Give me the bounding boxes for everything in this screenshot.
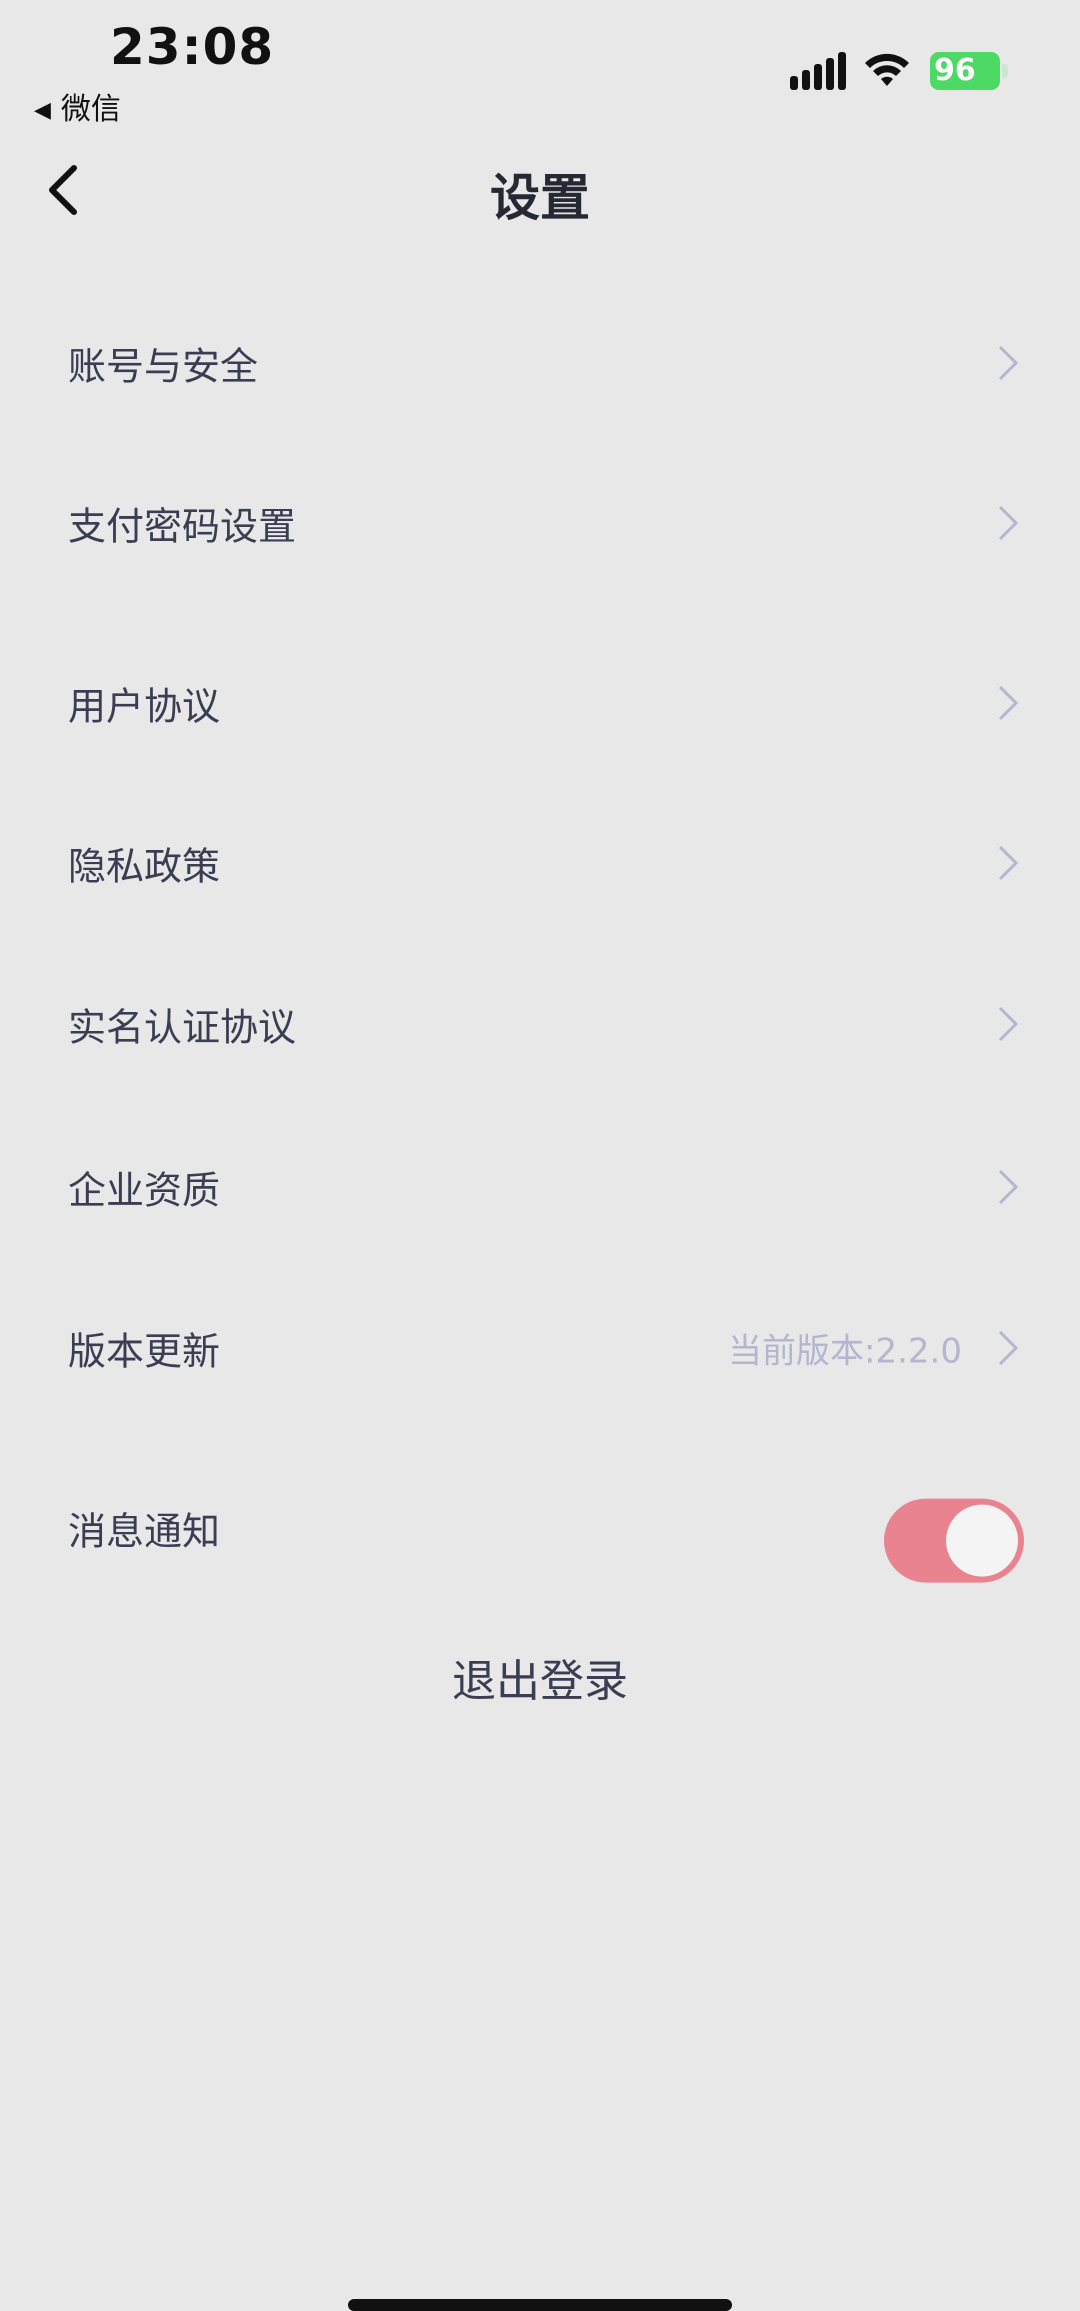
signal-icon bbox=[790, 52, 846, 90]
row-label: 支付密码设置 bbox=[68, 504, 297, 549]
chevron-right-icon bbox=[998, 505, 1019, 541]
row-label: 消息通知 bbox=[68, 1509, 221, 1554]
back-to-app-link[interactable]: ◀ 微信 bbox=[34, 84, 121, 128]
chevron-right-icon bbox=[998, 1330, 1019, 1366]
row-user-agreement[interactable]: 用户协议 bbox=[0, 648, 1080, 758]
battery-icon: 96 bbox=[930, 52, 1000, 90]
status-time: 23:08 bbox=[110, 18, 275, 76]
chevron-right-icon bbox=[998, 845, 1019, 881]
back-app-label: 微信 bbox=[60, 92, 121, 127]
wifi-icon bbox=[865, 53, 909, 86]
chevron-right-icon bbox=[998, 345, 1019, 381]
row-account-security[interactable]: 账号与安全 bbox=[0, 308, 1080, 418]
page-title: 设置 bbox=[490, 169, 590, 227]
back-triangle-icon: ◀ bbox=[34, 98, 51, 123]
notifications-toggle[interactable] bbox=[884, 1498, 1024, 1583]
home-indicator[interactable] bbox=[348, 2299, 732, 2311]
chevron-right-icon bbox=[998, 685, 1019, 721]
version-value: 当前版本:2.2.0 bbox=[728, 1331, 962, 1372]
chevron-left-icon[interactable] bbox=[40, 160, 90, 220]
row-payment-password[interactable]: 支付密码设置 bbox=[0, 468, 1080, 578]
battery-cap bbox=[1002, 64, 1008, 78]
row-label: 企业资质 bbox=[68, 1168, 221, 1213]
row-label: 实名认证协议 bbox=[68, 1005, 297, 1050]
row-label: 账号与安全 bbox=[68, 344, 259, 389]
row-label: 用户协议 bbox=[68, 684, 221, 729]
row-privacy-policy[interactable]: 隐私政策 bbox=[0, 808, 1080, 918]
chevron-right-icon bbox=[998, 1006, 1019, 1042]
logout-button[interactable]: 退出登录 bbox=[0, 1645, 1080, 1709]
row-label: 版本更新 bbox=[68, 1329, 221, 1374]
row-label: 隐私政策 bbox=[68, 844, 221, 889]
status-bar: 23:08 ◀ 微信 96 bbox=[0, 0, 1080, 130]
row-realname-agreement[interactable]: 实名认证协议 bbox=[0, 969, 1080, 1079]
nav-bar: 设置 bbox=[0, 140, 1080, 240]
chevron-right-icon bbox=[998, 1169, 1019, 1205]
row-version-update[interactable]: 版本更新 当前版本:2.2.0 bbox=[0, 1293, 1080, 1403]
row-company-qualification[interactable]: 企业资质 bbox=[0, 1132, 1080, 1242]
row-notifications: 消息通知 bbox=[0, 1473, 1080, 1583]
toggle-knob bbox=[946, 1504, 1018, 1577]
